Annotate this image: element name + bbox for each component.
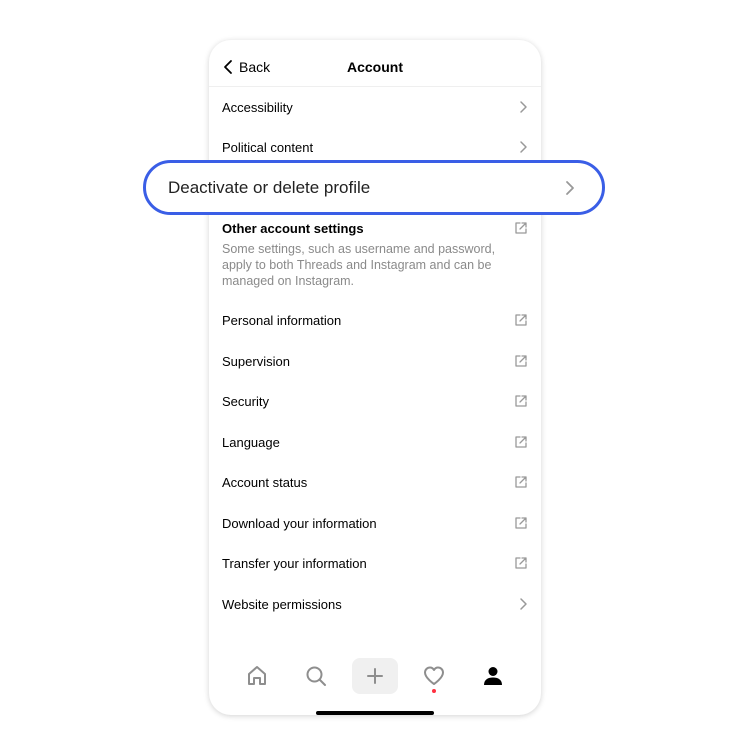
phone-frame: Back Account Accessibility Political con… [209,40,541,715]
chevron-right-icon [520,598,527,610]
notification-dot [432,689,436,693]
row-label: Accessibility [222,99,293,115]
home-indicator [316,711,434,715]
row-accessibility[interactable]: Accessibility [222,92,528,122]
external-link-icon [515,476,527,488]
row-transfer-your-information[interactable]: Transfer your information [222,548,528,578]
row-website-permissions[interactable]: Website permissions [222,589,528,619]
header: Back Account [209,40,541,87]
row-language[interactable]: Language [222,427,528,457]
tab-create[interactable] [352,658,398,694]
tab-home[interactable] [237,658,277,694]
chevron-right-icon [566,180,574,195]
row-label: Supervision [222,353,290,369]
chevron-right-icon [520,101,527,113]
external-link-icon[interactable] [514,221,528,235]
row-label: Security [222,393,269,409]
tab-search[interactable] [296,658,336,694]
section-heading: Other account settings [222,220,364,236]
search-icon [306,666,326,686]
row-label: Political content [222,139,314,155]
row-label: Transfer your information [222,555,367,571]
row-personal-information[interactable]: Personal information [222,305,528,335]
plus-icon [367,668,383,684]
row-label: Personal information [222,312,342,328]
row-label: Account status [222,474,308,490]
section-description: Some settings, such as username and pass… [222,242,496,288]
external-link-icon [515,436,527,448]
external-link-icon [515,355,527,367]
row-account-status[interactable]: Account status [222,467,528,497]
row-label: Deactivate or delete profile [168,177,371,197]
row-supervision[interactable]: Supervision [222,346,528,376]
chevron-right-icon [520,141,527,153]
deactivate-or-delete-profile-row[interactable]: Deactivate or delete profile [143,160,605,215]
row-label: Language [222,434,280,450]
page-title: Account [347,59,403,75]
home-icon [248,666,266,685]
row-label: Download your information [222,515,377,531]
heart-icon [424,666,444,685]
tab-profile[interactable] [473,658,513,694]
external-link-icon [515,314,527,326]
bottom-tab-bar [209,654,541,698]
profile-icon [484,667,502,685]
row-security[interactable]: Security [222,386,528,416]
other-account-settings: Other account settings Some settings, su… [222,218,528,289]
row-political-content[interactable]: Political content [222,132,528,162]
external-link-icon [515,517,527,529]
external-link-icon [515,557,527,569]
external-link-icon [515,395,527,407]
row-download-your-information[interactable]: Download your information [222,508,528,538]
row-label: Website permissions [222,596,342,612]
